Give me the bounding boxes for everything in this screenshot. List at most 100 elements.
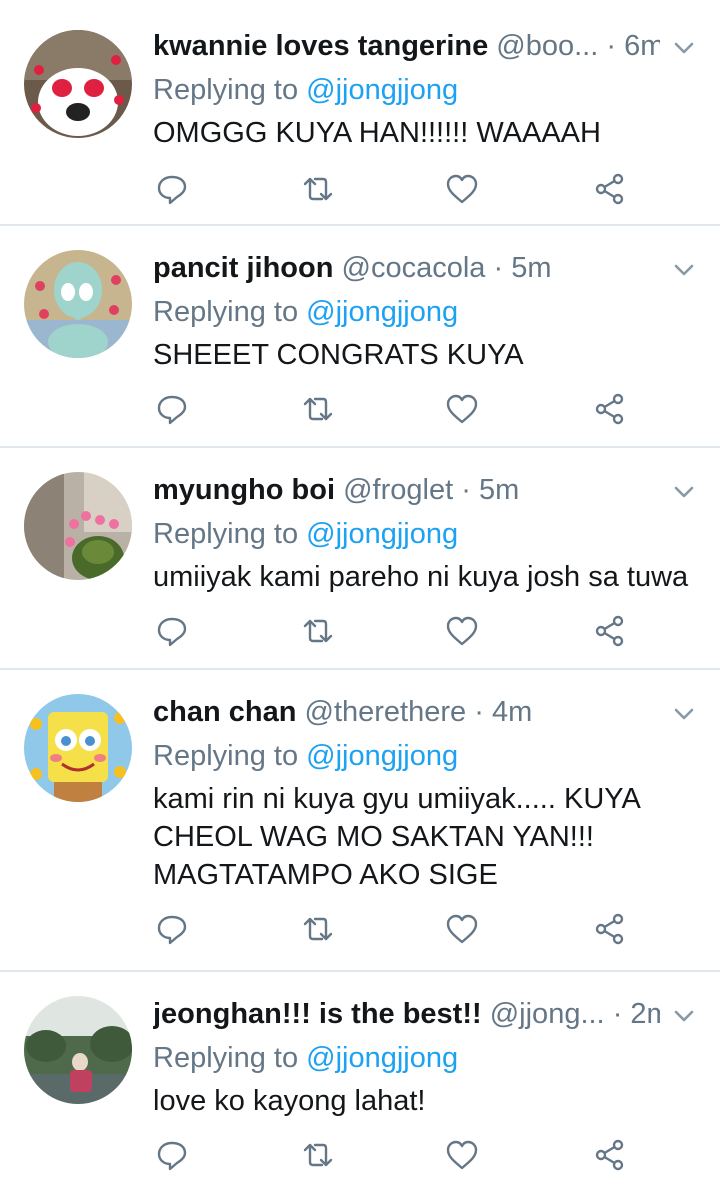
chevron-down-icon[interactable] [670,478,698,506]
share-icon [595,913,624,945]
user-handle[interactable]: @therethere [305,696,467,728]
reply-button[interactable] [155,1138,189,1172]
tweet-header: myungho boi @froglet · 5m [153,470,660,510]
reply-icon [157,175,187,205]
replying-to: Replying to @jjongjjong [153,514,458,554]
reply-button[interactable] [155,912,189,946]
separator-dot: · [612,998,623,1030]
replying-prefix: Replying to [153,518,299,550]
like-button[interactable] [445,392,479,426]
retweet-button[interactable] [301,172,335,206]
display-name[interactable]: kwannie loves tangerine [153,30,488,62]
replying-to: Replying to @jjongjjong [153,70,458,110]
like-button[interactable] [445,614,479,648]
share-icon [595,615,624,647]
share-button[interactable] [593,614,627,648]
separator-dot: · [461,474,471,506]
retweet-icon [303,177,333,201]
tweet-actions [155,172,720,208]
avatar[interactable] [24,250,132,358]
heart-icon [446,914,478,944]
replying-to: Replying to @jjongjjong [153,292,458,332]
chevron-down-icon[interactable] [670,700,698,728]
mention-link[interactable]: @jjongjjong [306,1042,458,1074]
tweet-text-line: MAGTATAMPO AKO SIGE [153,859,498,891]
share-button[interactable] [593,392,627,426]
heart-icon [446,1140,478,1170]
replying-prefix: Replying to [153,296,299,328]
separator-dot: · [493,252,504,284]
avatar[interactable] [24,472,132,580]
reply-button[interactable] [155,392,189,426]
mention-link[interactable]: @jjongjjong [306,296,458,328]
retweet-button[interactable] [301,912,335,946]
like-button[interactable] [445,912,479,946]
tweet-text-line: kami rin ni kuya gyu umiiyak..... KUYA [153,783,641,815]
like-button[interactable] [445,172,479,206]
reply-button[interactable] [155,614,189,648]
avatar[interactable] [24,694,132,802]
tweet-header: jeonghan!!! is the best!! @jjong... · 2m [153,994,660,1034]
retweet-button[interactable] [301,392,335,426]
tweet[interactable]: myungho boi @froglet · 5m Replying to @j… [0,448,720,670]
reply-icon [157,1141,187,1171]
share-icon [595,393,624,425]
share-button[interactable] [593,1138,627,1172]
tweet-text-line: CHEOL WAG MO SAKTAN YAN!!! [153,821,594,853]
user-handle[interactable]: @cocacola [342,252,486,284]
retweet-icon [303,917,333,941]
tweet-header: pancit jihoon @cocacola · 5m [153,248,660,288]
retweet-button[interactable] [301,1138,335,1172]
mention-link[interactable]: @jjongjjong [306,74,458,106]
tweet-actions [155,912,720,948]
reply-button[interactable] [155,172,189,206]
heart-icon [446,394,478,424]
retweet-icon [303,397,333,421]
share-button[interactable] [593,912,627,946]
chevron-down-icon[interactable] [670,256,698,284]
user-handle[interactable]: @jjong... [490,998,605,1030]
display-name[interactable]: jeonghan!!! is the best!! [153,998,482,1030]
heart-icon [446,616,478,646]
share-button[interactable] [593,172,627,206]
share-icon [595,1139,624,1171]
chevron-down-icon[interactable] [670,34,698,62]
share-icon [595,173,624,205]
tweet[interactable]: kwannie loves tangerine @boo... · 6m Rep… [0,4,720,226]
replying-prefix: Replying to [153,740,299,772]
user-handle[interactable]: @froglet [343,474,453,506]
tweet[interactable]: jeonghan!!! is the best!! @jjong... · 2m… [0,972,720,1192]
timestamp[interactable]: 2m [630,998,660,1030]
tweet-header: kwannie loves tangerine @boo... · 6m [153,26,660,66]
tweet-text: kami rin ni kuya gyu umiiyak..... KUYA C… [153,780,700,894]
tweet-text: love ko kayong lahat! [153,1085,426,1117]
display-name[interactable]: chan chan [153,696,296,728]
heart-icon [446,174,478,204]
user-handle[interactable]: @boo... [496,30,598,62]
reply-icon [157,915,187,945]
display-name[interactable]: myungho boi [153,474,335,506]
tweet-actions [155,614,720,650]
tweet-header: chan chan @therethere · 4m [153,692,660,732]
display-name[interactable]: pancit jihoon [153,252,333,284]
chevron-down-icon[interactable] [670,1002,698,1030]
timestamp[interactable]: 5m [479,474,519,506]
avatar[interactable] [24,30,132,138]
timestamp[interactable]: 4m [492,696,532,728]
timestamp[interactable]: 5m [511,252,551,284]
tweet-text: OMGGG KUYA HAN!!!!!! WAAAAH [153,117,601,149]
reply-icon [157,617,187,647]
mention-link[interactable]: @jjongjjong [306,518,458,550]
like-button[interactable] [445,1138,479,1172]
tweet[interactable]: pancit jihoon @cocacola · 5m Replying to… [0,226,720,448]
retweet-button[interactable] [301,614,335,648]
avatar[interactable] [24,996,132,1104]
timestamp[interactable]: 6m [624,30,660,62]
tweet[interactable]: chan chan @therethere · 4m Replying to @… [0,670,720,972]
tweet-actions [155,1138,720,1174]
replying-prefix: Replying to [153,74,299,106]
retweet-icon [303,1143,333,1167]
retweet-icon [303,619,333,643]
replying-to: Replying to @jjongjjong [153,736,458,776]
mention-link[interactable]: @jjongjjong [306,740,458,772]
